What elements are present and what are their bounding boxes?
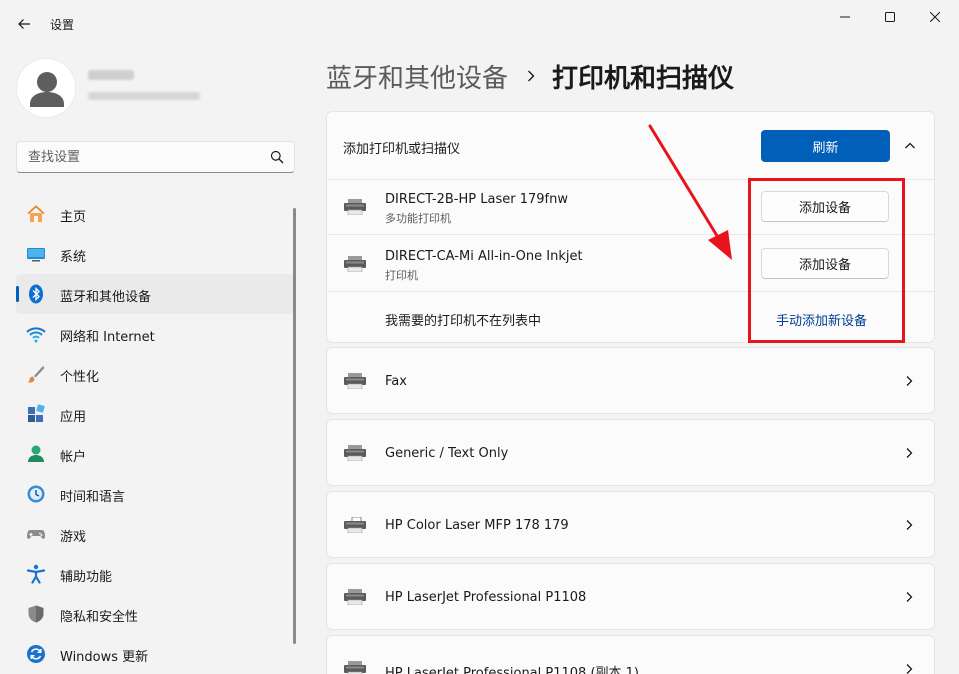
apps-icon [28, 404, 45, 422]
chevron-up-icon[interactable] [904, 140, 916, 152]
sidebar-item-privacy[interactable]: 隐私和安全性 [16, 594, 294, 634]
brush-icon [27, 366, 45, 383]
chevron-right-icon [906, 448, 913, 458]
printer-item-hp-laserjet-p1108[interactable]: HP LaserJet Professional P1108 [326, 563, 935, 630]
printer-icon [344, 445, 366, 461]
printer-item-fax[interactable]: Fax [326, 347, 935, 414]
device-name: DIRECT-CA-Mi All-in-One Inkjet [385, 249, 583, 264]
sidebar-item-time-language[interactable]: 时间和语言 [16, 474, 294, 514]
sidebar-item-personalization[interactable]: 个性化 [16, 354, 294, 394]
chevron-right-icon [906, 664, 913, 674]
maximize-button[interactable] [867, 4, 913, 30]
sidebar-item-accounts[interactable]: 帐户 [16, 434, 294, 474]
multifunction-printer-icon [344, 517, 366, 533]
back-button[interactable] [12, 12, 36, 36]
minimize-icon [840, 16, 850, 18]
user-profile[interactable] [16, 56, 296, 120]
sidebar-item-gaming[interactable]: 游戏 [16, 514, 294, 554]
printer-name: HP LaserJet Professional P1108 (副本 1) [385, 666, 639, 674]
person-silhouette-icon [30, 72, 64, 107]
chevron-right-icon [906, 520, 913, 530]
device-type: 打印机 [385, 269, 418, 282]
maximize-icon [885, 12, 895, 22]
sidebar-item-windows-update[interactable]: Windows 更新 [16, 634, 294, 674]
home-icon [27, 205, 45, 222]
printer-item-generic[interactable]: Generic / Text Only [326, 419, 935, 486]
printer-item-hp-laserjet-p1108-copy[interactable]: HP LaserJet Professional P1108 (副本 1) [326, 635, 935, 674]
back-arrow-icon [18, 19, 30, 29]
profile-email-redacted [88, 92, 200, 100]
minimize-button[interactable] [822, 4, 868, 30]
search-input[interactable] [17, 142, 267, 172]
breadcrumb: 蓝牙和其他设备 打印机和扫描仪 [326, 56, 734, 96]
printer-icon [344, 661, 366, 674]
chevron-right-icon [528, 70, 535, 82]
sidebar-item-bluetooth-devices[interactable]: 蓝牙和其他设备 [16, 274, 294, 314]
search-box[interactable] [16, 141, 295, 173]
printer-name: HP LaserJet Professional P1108 [385, 590, 587, 605]
avatar [16, 58, 76, 118]
page-title: 打印机和扫描仪 [552, 63, 735, 94]
printer-not-listed-text: 我需要的打印机不在列表中 [385, 314, 542, 329]
accessibility-icon [26, 564, 46, 584]
add-printer-heading: 添加打印机或扫描仪 [343, 142, 461, 157]
refresh-button[interactable]: 刷新 [761, 130, 890, 162]
sidebar-item-accessibility[interactable]: 辅助功能 [16, 554, 294, 594]
wifi-icon [26, 327, 46, 343]
chevron-right-icon [906, 376, 913, 386]
printer-icon [344, 373, 366, 389]
sidebar-nav: 主页 系统 蓝牙和其他设备 网络和 Internet 个性化 应用 帐户 时间和… [16, 194, 294, 674]
printer-icon [344, 589, 366, 605]
printer-name: HP Color Laser MFP 178 179 [385, 518, 569, 533]
update-icon [27, 645, 45, 663]
display-icon [27, 248, 45, 262]
app-title: 设置 [50, 18, 75, 32]
sidebar-item-home[interactable]: 主页 [16, 194, 294, 234]
printer-name: Generic / Text Only [385, 446, 509, 461]
sidebar-item-network[interactable]: 网络和 Internet [16, 314, 294, 354]
sidebar-scrollbar[interactable] [293, 208, 296, 644]
printer-item-hp-color-laser[interactable]: HP Color Laser MFP 178 179 [326, 491, 935, 558]
gamepad-icon [27, 530, 45, 539]
device-name: DIRECT-2B-HP Laser 179fnw [385, 192, 568, 207]
sidebar-item-system[interactable]: 系统 [16, 234, 294, 274]
chevron-right-icon [906, 592, 913, 602]
red-annotation-arrow [648, 124, 732, 260]
sidebar-item-apps[interactable]: 应用 [16, 394, 294, 434]
breadcrumb-parent[interactable]: 蓝牙和其他设备 [326, 58, 508, 95]
close-button[interactable] [912, 4, 958, 30]
printer-icon [344, 199, 366, 215]
search-icon[interactable] [270, 150, 284, 164]
profile-name-redacted [88, 70, 134, 80]
red-highlight-box [748, 178, 905, 343]
device-type: 多功能打印机 [385, 212, 451, 225]
title-bar: 设置 [0, 0, 959, 48]
shield-icon [28, 605, 44, 623]
printer-icon [344, 256, 366, 272]
clock-globe-icon [27, 485, 45, 503]
printer-name: Fax [385, 374, 407, 389]
close-icon [930, 12, 940, 22]
bluetooth-icon [29, 284, 43, 304]
person-icon [28, 445, 44, 462]
